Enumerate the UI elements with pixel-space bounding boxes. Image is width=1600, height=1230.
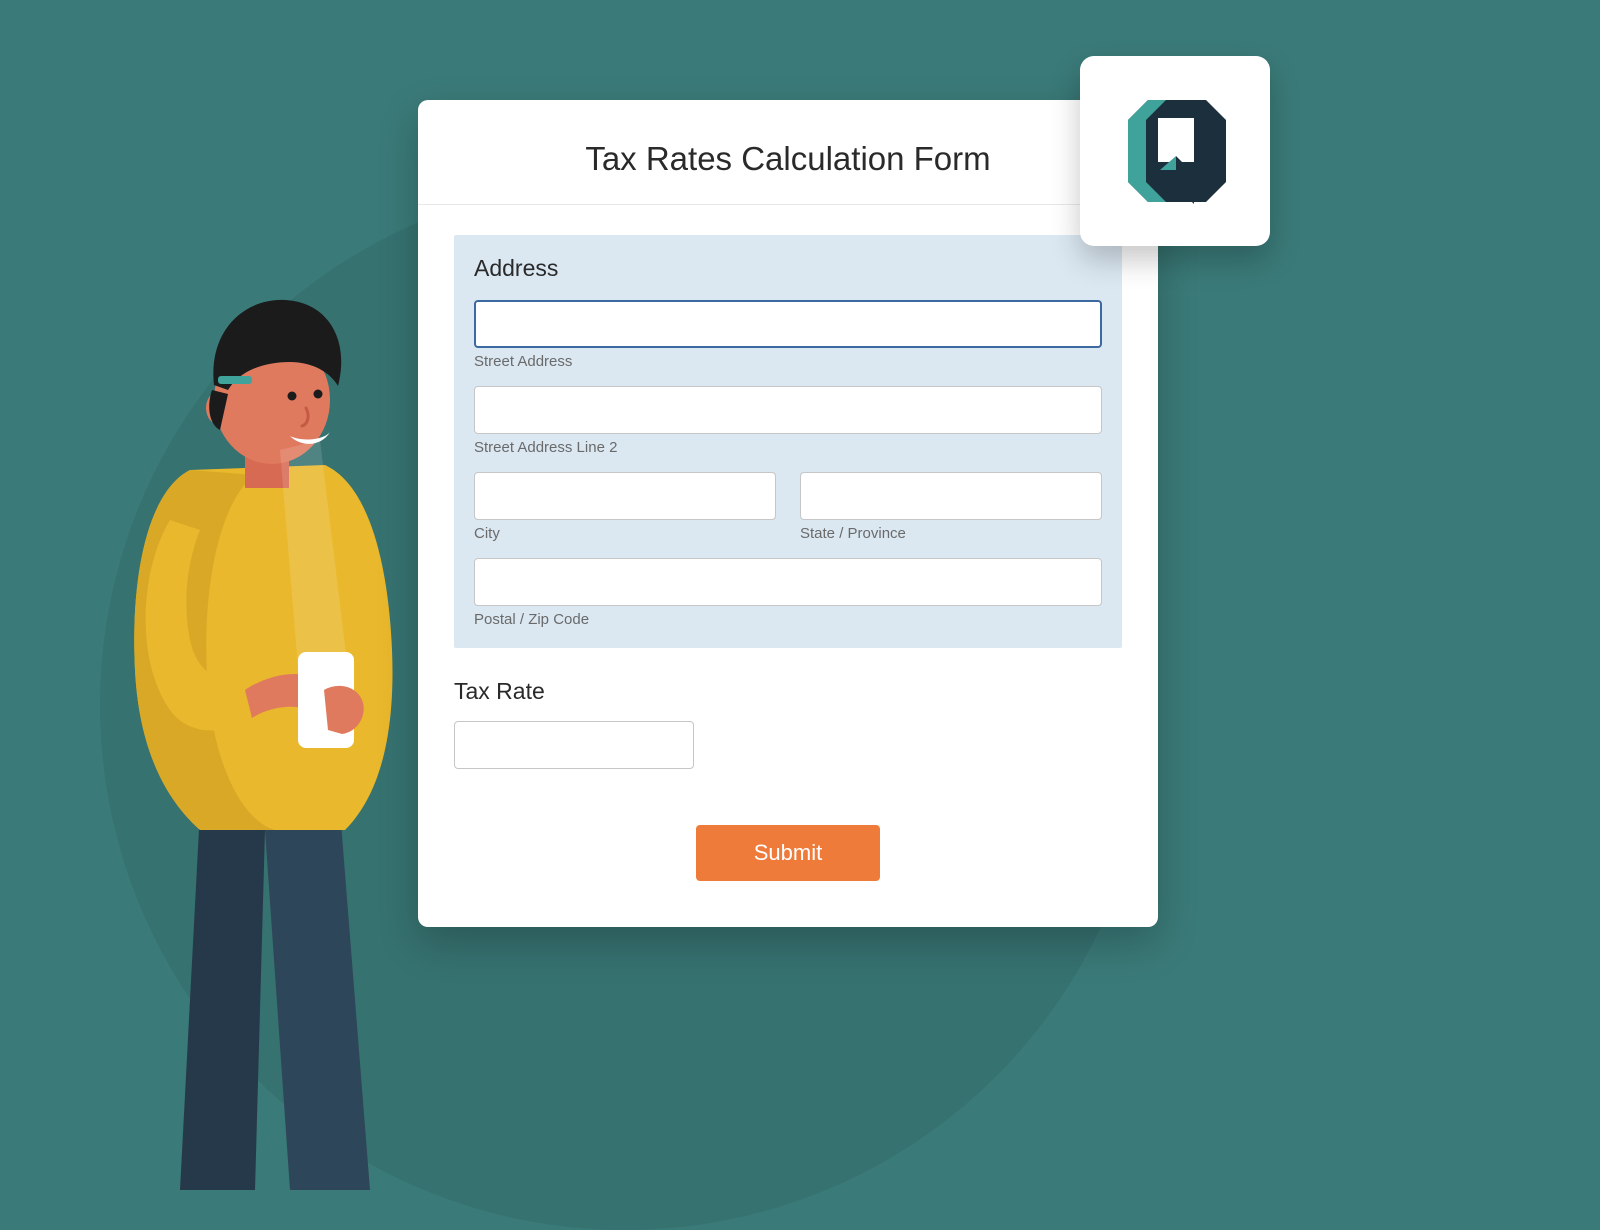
street-address-2-input[interactable] [474,386,1102,434]
street-address-2-label: Street Address Line 2 [474,439,1102,456]
street-address-label: Street Address [474,353,1102,370]
postal-input[interactable] [474,558,1102,606]
street-address-input[interactable] [474,300,1102,348]
city-label: City [474,525,776,542]
city-input[interactable] [474,472,776,520]
postal-label: Postal / Zip Code [474,611,1102,628]
address-section: Address Street Address Street Address Li… [454,235,1122,648]
taxrate-heading: Tax Rate [454,678,1122,705]
app-logo-icon [1110,86,1240,216]
taxrate-input[interactable] [454,721,694,769]
form-title: Tax Rates Calculation Form [418,100,1158,205]
state-input[interactable] [800,472,1102,520]
state-label: State / Province [800,525,1102,542]
city-field: City [474,472,776,542]
tax-form-card: Tax Rates Calculation Form Address Stree… [418,100,1158,927]
street-address-field: Street Address [474,300,1102,370]
state-field: State / Province [800,472,1102,542]
person-illustration [80,290,460,1200]
address-heading: Address [474,255,1102,282]
logo-card [1080,56,1270,246]
taxrate-section: Tax Rate [454,678,1122,769]
postal-field: Postal / Zip Code [474,558,1102,628]
street-address-2-field: Street Address Line 2 [474,386,1102,456]
submit-button[interactable]: Submit [696,825,880,881]
